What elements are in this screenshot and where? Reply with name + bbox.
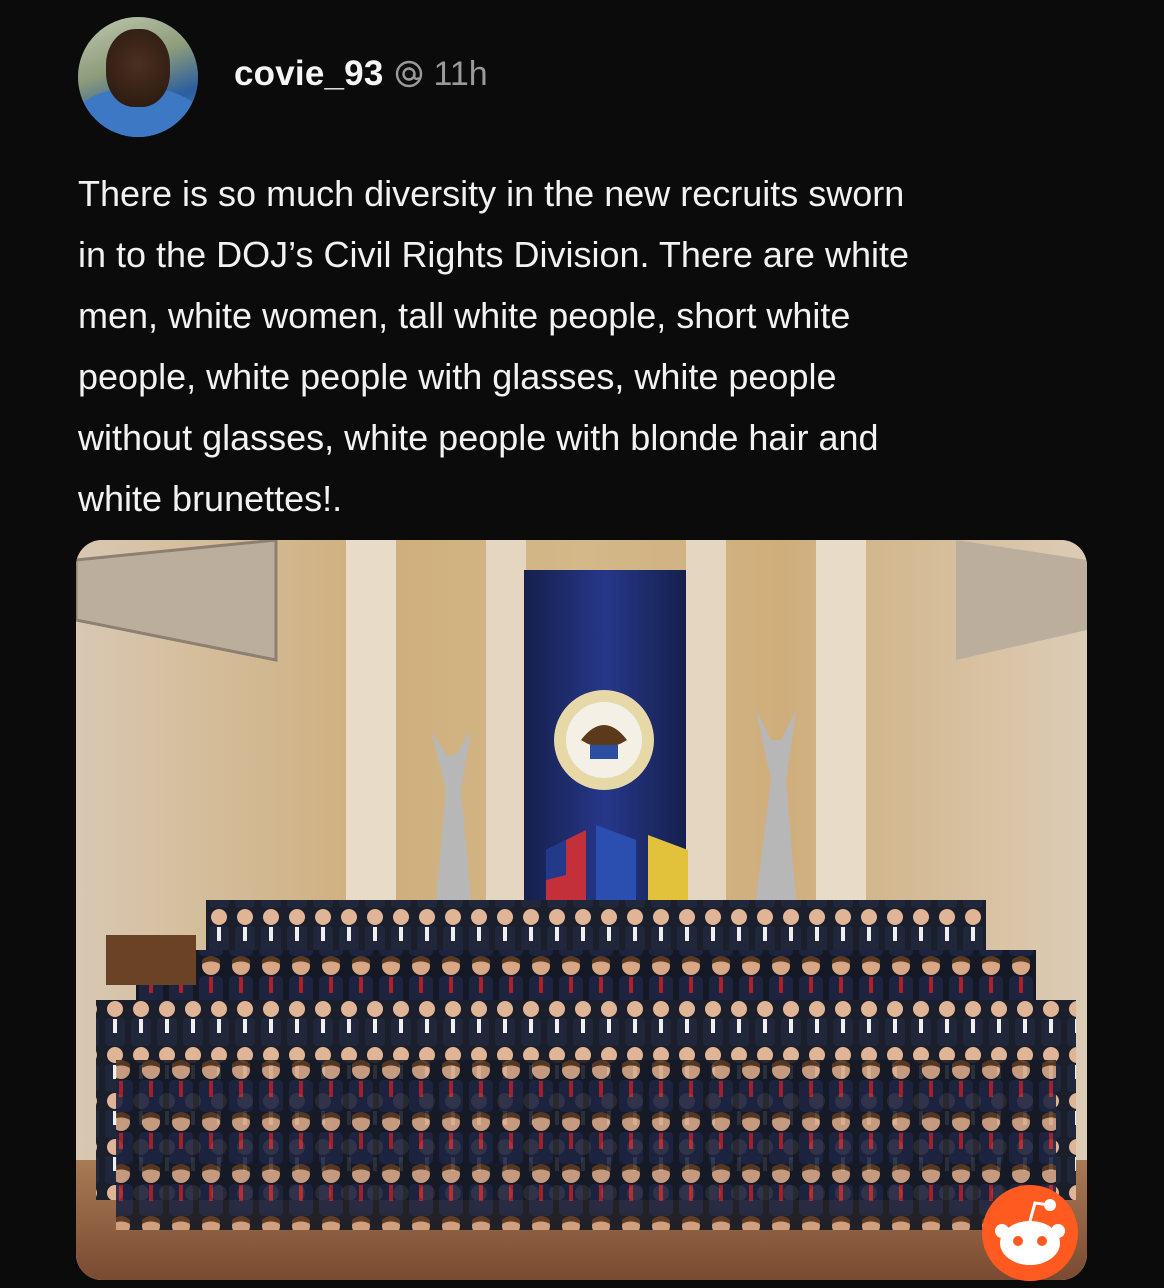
reddit-snoo-icon	[980, 1183, 1080, 1283]
threads-icon	[394, 59, 424, 89]
timestamp: 11h	[433, 54, 488, 93]
post-image[interactable]	[76, 540, 1087, 1280]
post-header: covie_93 11h	[78, 16, 488, 138]
avatar[interactable]	[78, 17, 198, 137]
group-photo	[76, 540, 1087, 1280]
post-meta: covie_93 11h	[234, 54, 488, 94]
post: covie_93 11h There is so much diversity …	[0, 0, 1164, 1281]
post-text: There is so much diversity in the new re…	[78, 173, 909, 519]
username[interactable]: covie_93	[234, 54, 384, 94]
